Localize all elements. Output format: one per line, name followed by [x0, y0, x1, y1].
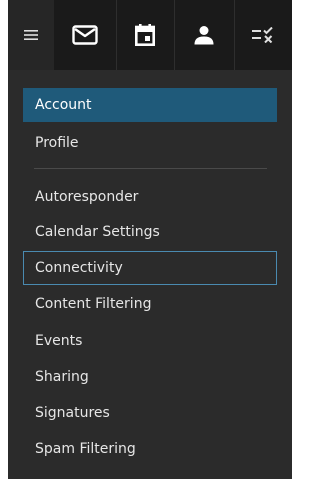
contacts-button[interactable]	[174, 0, 235, 70]
hamburger-menu-button[interactable]	[8, 0, 54, 70]
menu-item-autoresponder[interactable]: Autoresponder	[23, 180, 277, 214]
menu-item-label: Profile	[35, 135, 79, 151]
hamburger-menu-icon	[24, 30, 38, 40]
tasks-icon	[252, 27, 273, 43]
menu-item-signatures[interactable]: Signatures	[23, 396, 277, 430]
menu-item-label: Autoresponder	[35, 189, 139, 205]
menu-item-account[interactable]: Account	[23, 88, 277, 122]
menu-item-label: Spam Filtering	[35, 441, 136, 457]
menu-item-label: Content Filtering	[35, 296, 152, 312]
menu-divider	[34, 168, 267, 169]
menu-item-label: Account	[35, 97, 92, 113]
settings-panel: Account Profile Autoresponder Calendar S…	[8, 0, 292, 479]
contacts-icon	[194, 26, 214, 45]
calendar-icon	[135, 24, 155, 46]
menu-item-spam-filtering[interactable]: Spam Filtering	[23, 432, 277, 466]
menu-item-content-filtering[interactable]: Content Filtering	[23, 287, 277, 321]
tasks-button[interactable]	[234, 0, 292, 70]
menu-item-label: Sharing	[35, 369, 89, 385]
menu-item-label: Signatures	[35, 405, 110, 421]
menu-item-calendar-settings[interactable]: Calendar Settings	[23, 215, 277, 249]
mail-button[interactable]	[54, 0, 117, 70]
menu-item-connectivity[interactable]: Connectivity	[23, 251, 277, 285]
app-toolbar	[8, 0, 292, 70]
calendar-button[interactable]	[116, 0, 175, 70]
menu-item-profile[interactable]: Profile	[23, 126, 277, 160]
menu-item-events[interactable]: Events	[23, 324, 277, 358]
menu-item-label: Connectivity	[35, 260, 123, 276]
menu-item-label: Calendar Settings	[35, 224, 160, 240]
menu-item-label: Events	[35, 333, 83, 349]
mail-icon	[72, 25, 98, 45]
menu-item-sharing[interactable]: Sharing	[23, 360, 277, 394]
